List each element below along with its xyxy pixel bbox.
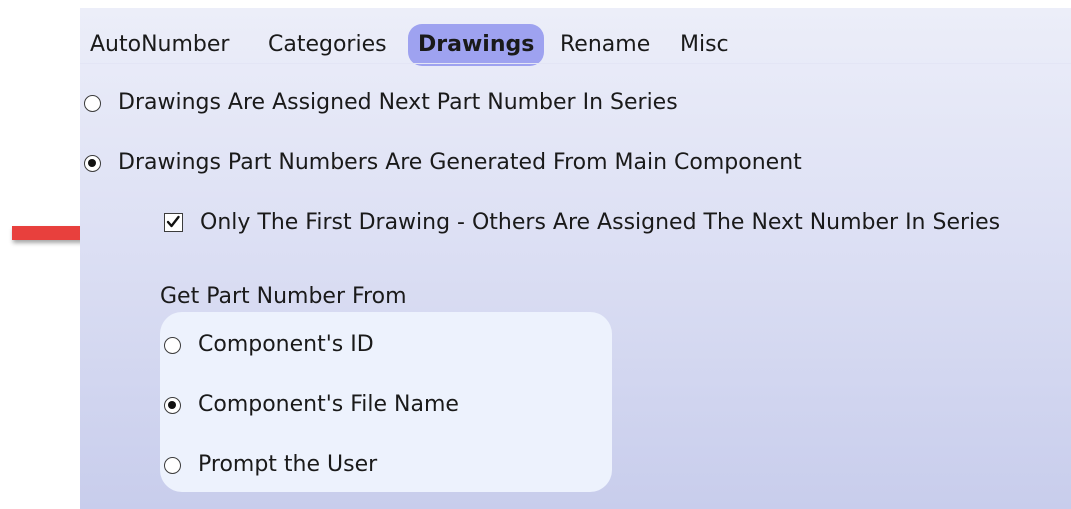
radio-label: Component's ID [198,332,374,357]
radio-label: Prompt the User [198,452,378,477]
tab-autonumber[interactable]: AutoNumber [80,24,239,66]
radio-label: Drawings Part Numbers Are Generated From… [118,150,802,175]
radio-button-selected[interactable] [164,397,181,414]
checkmark-icon [166,215,180,228]
radio-button[interactable] [164,337,181,354]
checkbox-label: Only The First Drawing - Others Are Assi… [200,210,1001,235]
tab-bar: AutoNumber Categories Drawings Rename Mi… [80,24,1071,68]
radio-button[interactable] [164,457,181,474]
tab-misc[interactable]: Misc [670,24,739,66]
checkbox-checked[interactable] [164,213,183,232]
tab-categories[interactable]: Categories [258,24,397,66]
settings-panel: AutoNumber Categories Drawings Rename Mi… [80,8,1071,509]
get-part-number-heading: Get Part Number From [160,284,407,309]
tab-drawings[interactable]: Drawings [408,24,545,66]
radio-label: Drawings Are Assigned Next Part Number I… [118,90,678,115]
radio-button[interactable] [84,95,101,112]
tab-rename[interactable]: Rename [550,24,660,66]
radio-label: Component's File Name [198,392,459,417]
tab-divider [80,63,1071,64]
radio-button-selected[interactable] [84,155,101,172]
